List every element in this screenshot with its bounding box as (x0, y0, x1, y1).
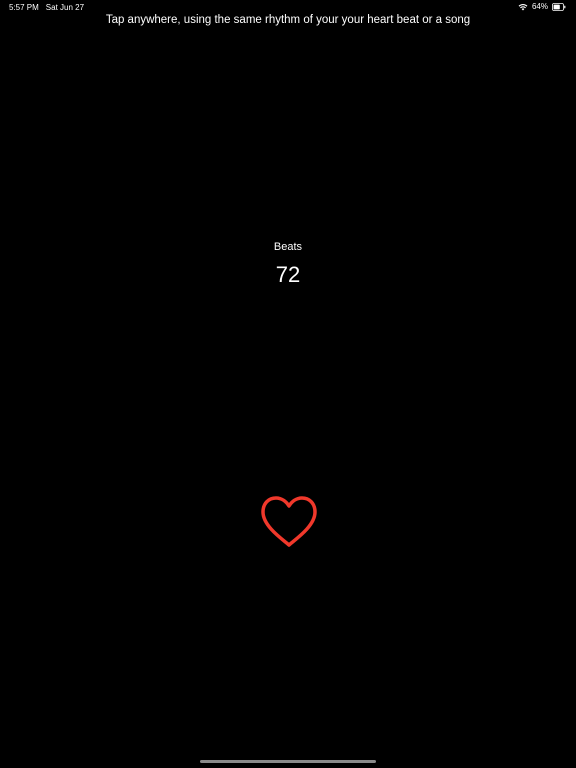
beats-value: 72 (275, 262, 301, 287)
beats-label: Beats (273, 241, 303, 253)
status-right: 64% (518, 2, 566, 11)
wifi-icon (518, 3, 528, 11)
battery-icon (552, 2, 566, 11)
battery-percent: 64% (531, 2, 548, 11)
home-indicator[interactable] (200, 760, 376, 763)
heart-icon[interactable] (259, 494, 319, 550)
status-bar: 5:57 PM Sat Jun 27 64% (0, 0, 576, 14)
status-time: 5:57 PM (9, 3, 39, 12)
status-date: Sat Jun 27 (45, 3, 85, 12)
instruction-text: Tap anywhere, using the same rhythm of y… (105, 14, 471, 26)
status-left: 5:57 PM Sat Jun 27 (9, 3, 84, 12)
tap-area[interactable] (0, 30, 576, 755)
